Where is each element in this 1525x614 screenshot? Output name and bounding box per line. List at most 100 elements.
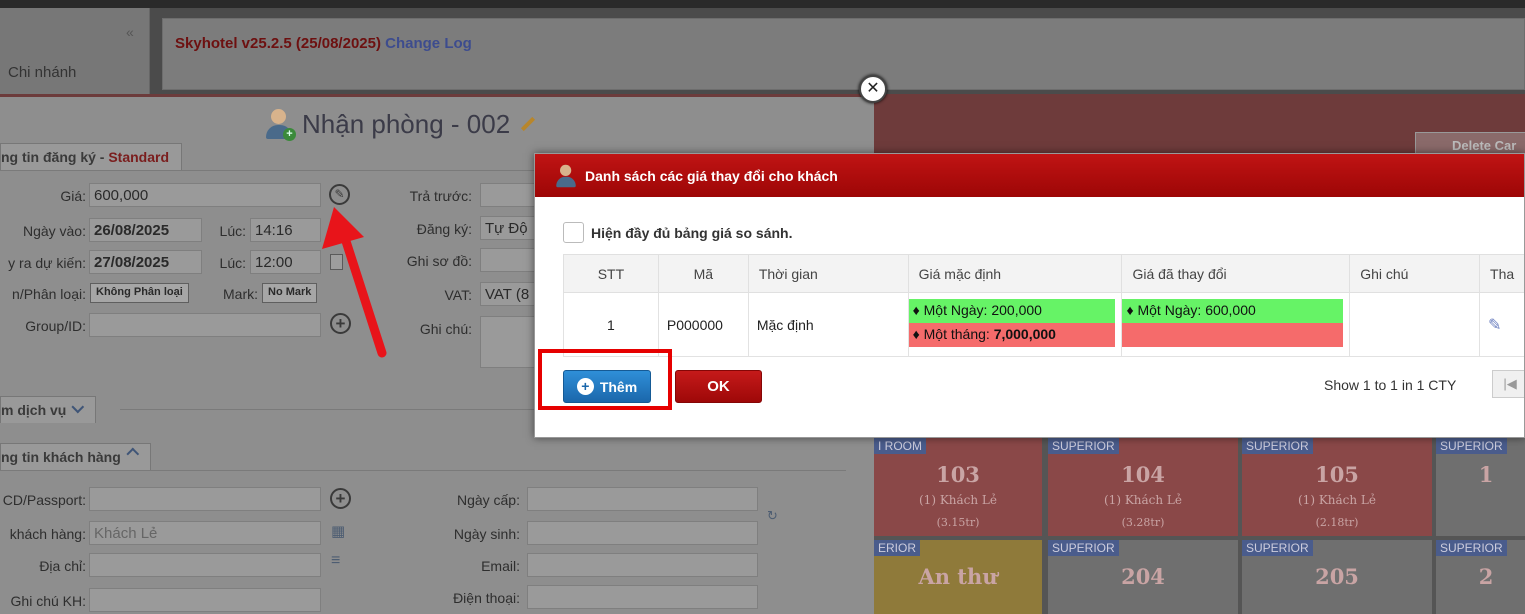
- checkout-time-field[interactable]: 12:00: [250, 250, 321, 274]
- show-full-checkbox[interactable]: [563, 222, 584, 243]
- birth-date-field[interactable]: [527, 521, 758, 545]
- vat-select[interactable]: VAT (8: [480, 282, 540, 306]
- address-field[interactable]: [89, 553, 321, 577]
- mark-chip[interactable]: No Mark: [262, 283, 318, 303]
- services-section-tab[interactable]: m dịch vụ: [0, 396, 97, 423]
- changed-day-price: ♦ Một Ngày: 600,000: [1122, 299, 1344, 323]
- pencil-icon[interactable]: [521, 116, 536, 132]
- col-changed-price[interactable]: Giá đã thay đổi: [1121, 254, 1351, 293]
- version-label: Skyhotel v25.2.5 (25/08/2025): [175, 35, 381, 52]
- room-price: (2.18tr): [1315, 516, 1359, 529]
- checkin-time-label: Lúc:: [219, 223, 246, 239]
- room-tile[interactable]: SUPERIOR 2: [1436, 540, 1525, 614]
- prepaid-field[interactable]: [480, 183, 540, 207]
- qr-code-icon[interactable]: ▦: [331, 522, 345, 540]
- top-bar: [0, 0, 1525, 8]
- customer-field[interactable]: Khách Lẻ: [89, 521, 321, 545]
- category-chip[interactable]: Không Phân loại: [90, 283, 189, 303]
- col-stt[interactable]: STT: [563, 254, 659, 293]
- passport-field[interactable]: [89, 487, 321, 511]
- checkin-time-field[interactable]: 14:16: [250, 218, 321, 242]
- group-field[interactable]: [89, 313, 321, 337]
- col-action[interactable]: Tha: [1479, 254, 1524, 293]
- room-tile[interactable]: SUPERIOR 1: [1436, 438, 1525, 536]
- chevron-down-icon: [71, 400, 85, 414]
- cell-time: Mặc định: [747, 292, 909, 357]
- room-type-badge: I ROOM: [874, 438, 926, 454]
- show-full-label: Hiện đầy đủ bảng giá so sánh.: [591, 224, 793, 241]
- email-field[interactable]: [527, 553, 758, 577]
- price-label: Giá:: [60, 188, 86, 204]
- room-grid: I ROOM 103 (1) Khách Lẻ (3.15tr) SUPERIOR 104…: [874, 438, 1525, 614]
- room-type-badge: SUPERIOR: [1436, 438, 1507, 454]
- ok-button[interactable]: OK: [675, 370, 762, 403]
- checkin-title-text: Nhận phòng - 002: [302, 108, 511, 139]
- branch-label[interactable]: Chi nhánh: [8, 64, 76, 81]
- checkout-date-field[interactable]: 27/08/2025: [89, 250, 202, 274]
- customer-note-label: Ghi chú KH:: [10, 593, 86, 609]
- guest-icon: [553, 163, 579, 189]
- first-page-icon[interactable]: |◀: [1492, 370, 1524, 398]
- issue-date-label: Ngày cấp:: [456, 492, 520, 508]
- col-code[interactable]: Mã: [657, 254, 749, 293]
- col-note[interactable]: Ghi chú: [1349, 254, 1481, 293]
- col-default-price[interactable]: Giá mặc định: [907, 254, 1123, 293]
- services-section-label: m dịch vụ: [1, 402, 67, 418]
- default-day-price: ♦ Một Ngày: 200,000: [908, 299, 1116, 323]
- diagram-note-field[interactable]: [480, 248, 540, 272]
- dialog-title: Danh sách các giá thay đổi cho khách: [585, 167, 838, 184]
- show-full-price-toggle[interactable]: Hiện đầy đủ bảng giá so sánh.: [563, 222, 792, 243]
- close-panel-icon[interactable]: ✕: [859, 75, 887, 103]
- list-icon[interactable]: ≡: [331, 552, 340, 570]
- registration-section-tab[interactable]: ng tin đăng ký - Standard: [0, 143, 183, 170]
- room-tile[interactable]: I ROOM 103 (1) Khách Lẻ (3.15tr): [874, 438, 1042, 536]
- refresh-icon[interactable]: ↻: [767, 508, 778, 524]
- note-field[interactable]: [480, 316, 540, 368]
- cell-changed-price: ♦ Một Ngày: 600,000: [1121, 292, 1351, 357]
- sidebar: « Chi nhánh: [0, 8, 150, 94]
- customer-section-label: ng tin khách hàng: [1, 449, 121, 465]
- phone-field[interactable]: [527, 585, 758, 609]
- cell-stt: 1: [563, 292, 659, 357]
- checkin-date-field[interactable]: 26/08/2025: [89, 218, 202, 242]
- dialog-header: Danh sách các giá thay đổi cho khách: [535, 154, 1524, 197]
- cell-default-price: ♦ Một Ngày: 200,000 ♦ Một tháng: 7,000,0…: [907, 292, 1123, 357]
- passport-label: CD/Passport:: [2, 492, 86, 508]
- app-header: Skyhotel v25.2.5 (25/08/2025) Change Log: [162, 18, 1525, 90]
- room-tile[interactable]: SUPERIOR 204: [1048, 540, 1238, 614]
- customer-section-tab[interactable]: ng tin khách hàng: [0, 443, 151, 470]
- email-label: Email:: [481, 558, 520, 574]
- room-price: (3.28tr): [1121, 516, 1165, 529]
- changelog-link[interactable]: Change Log: [385, 35, 472, 52]
- room-tile[interactable]: SUPERIOR 205: [1242, 540, 1432, 614]
- add-passport-icon[interactable]: +: [330, 488, 351, 509]
- room-tile[interactable]: SUPERIOR 104 (1) Khách Lẻ (3.28tr): [1048, 438, 1238, 536]
- room-type-badge: SUPERIOR: [1048, 438, 1119, 454]
- table-row[interactable]: 1 P000000 Mặc định ♦ Một Ngày: 200,000 ♦…: [563, 292, 1524, 357]
- edit-price-icon[interactable]: ✎: [329, 184, 350, 205]
- registration-section-label: ng tin đăng ký: [1, 149, 96, 165]
- annotation-highlight-box: [538, 349, 672, 410]
- table-header-row: STT Mã Thời gian Giá mặc định Giá đã tha…: [563, 254, 1524, 293]
- phone-label: Điện thoại:: [453, 590, 520, 606]
- room-tile[interactable]: SUPERIOR 105 (1) Khách Lẻ (2.18tr): [1242, 438, 1432, 536]
- room-type-badge: SUPERIOR: [1048, 540, 1119, 556]
- changed-day-label: ♦ Một Ngày:: [1126, 302, 1206, 318]
- default-month-price: ♦ Một tháng: 7,000,000: [908, 323, 1116, 347]
- chevron-up-icon: [126, 447, 139, 461]
- room-tile[interactable]: ERIOR An thư: [874, 540, 1042, 614]
- room-guest: (1) Khách Lẻ: [1104, 493, 1182, 507]
- price-field[interactable]: 600,000: [89, 183, 321, 207]
- checkin-title: + Nhận phòng - 002: [262, 107, 536, 141]
- sidebar-collapse-icon[interactable]: «: [126, 24, 134, 40]
- price-change-dialog: Danh sách các giá thay đổi cho khách Hiệ…: [534, 153, 1525, 438]
- prepaid-label: Trả trước:: [409, 188, 472, 204]
- room-guest: (1) Khách Lẻ: [919, 493, 997, 507]
- cell-note: [1349, 292, 1481, 357]
- edit-row-icon[interactable]: ✎: [1488, 317, 1501, 334]
- room-type-badge: SUPERIOR: [1242, 438, 1313, 454]
- col-time[interactable]: Thời gian: [747, 254, 909, 293]
- customer-note-field[interactable]: [89, 588, 321, 612]
- register-select[interactable]: Tự Độ: [480, 216, 540, 240]
- issue-date-field[interactable]: [527, 487, 758, 511]
